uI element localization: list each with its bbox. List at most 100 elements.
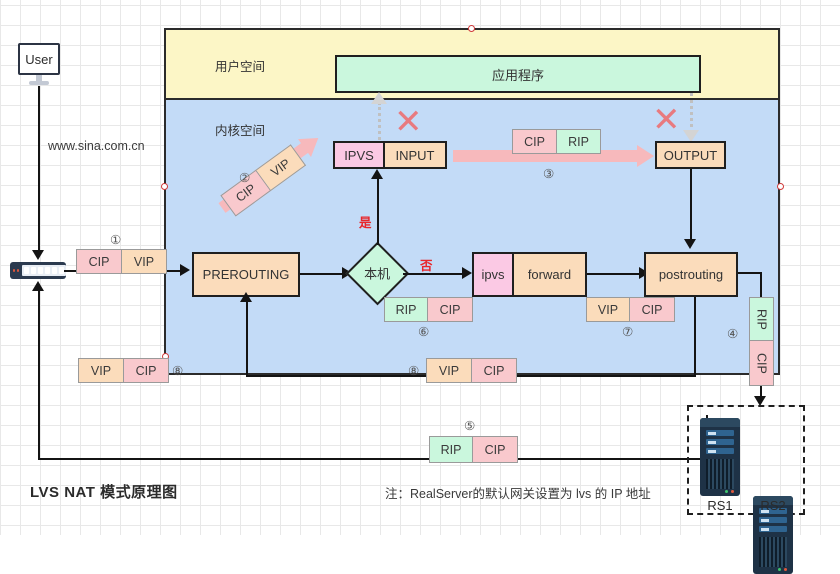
line-rs-return-horizontal <box>38 458 708 460</box>
switch-port-icon <box>38 267 43 274</box>
packet-8b: VIP CIP <box>426 358 517 383</box>
switch-port-icon <box>45 267 50 274</box>
kernel-space-label: 内核空间 <box>214 123 265 138</box>
rs2-status-leds <box>778 568 787 571</box>
packet-7: VIP CIP <box>586 297 675 322</box>
arrow-decision-to-input <box>371 169 383 179</box>
packet-7-number: ⑦ <box>622 325 634 339</box>
packet-4: RIP CIP <box>749 297 774 386</box>
packet-8a-cell: VIP <box>78 358 124 383</box>
packet-1-cell: CIP <box>76 249 122 274</box>
line-forward-to-postrouting <box>587 273 642 275</box>
switch-port-icon <box>31 267 36 274</box>
packet-4-cell: RIP <box>749 297 774 341</box>
line-prerouting-to-decision <box>300 273 345 275</box>
packet-6-rip-label: RIP <box>395 302 417 317</box>
rs1-led-red-icon <box>731 490 734 493</box>
packet-8b-vip-label: VIP <box>438 363 460 378</box>
packet-1: CIP VIP <box>76 249 167 274</box>
packet-1-cip-label: CIP <box>88 254 110 269</box>
packet-8a-vip-label: VIP <box>90 363 112 378</box>
line-user-to-switch <box>38 86 40 252</box>
line-decision-to-ipvs <box>403 273 465 275</box>
postrouting-label: postrouting <box>658 267 724 282</box>
packet-3-number: ③ <box>543 167 555 181</box>
zone-anchor-top <box>468 25 475 32</box>
packet-7-vip-label: VIP <box>597 302 619 317</box>
diagram-note: 注：RealServer的默认网关设置为 lvs 的 IP 地址 <box>385 487 651 501</box>
line-postrouting-loop-down <box>694 297 696 377</box>
packet-8b-number: ⑧ <box>408 364 420 378</box>
forward-chain-box: forward <box>512 252 587 297</box>
ipvs-box: IPVS <box>333 141 385 169</box>
switch-port-icon <box>24 267 29 274</box>
arrow-decision-to-ipvs <box>462 267 472 279</box>
packet-2-number: ② <box>239 171 251 185</box>
prerouting-label: PREROUTING <box>202 267 290 282</box>
arrow-return-to-switch <box>32 281 44 291</box>
packet-3-cip-label: CIP <box>524 134 545 149</box>
packet-5-cell: RIP <box>429 436 473 463</box>
packet-6-cip-label: CIP <box>439 302 461 317</box>
packet-5-number: ⑤ <box>464 419 476 433</box>
ipvs-label: IPVS <box>344 147 374 163</box>
forward-chain-label: forward <box>527 267 572 282</box>
packet-7-cip-label: CIP <box>641 302 663 317</box>
rs2-label: RS2 <box>760 497 786 513</box>
packet-3-rip-label: RIP <box>568 134 589 149</box>
user-space-label: 用户空间 <box>214 59 265 74</box>
output-chain-label: OUTPUT <box>663 147 718 163</box>
line-loop-to-prerouting <box>246 299 248 375</box>
switch-port-icon <box>52 267 57 274</box>
rs1-status-leds <box>725 490 734 493</box>
arrow-loop-to-prerouting <box>240 292 252 302</box>
switch-led-icon <box>13 269 15 272</box>
dotted-line-app-to-output <box>690 93 693 133</box>
packet-5-cip-label: CIP <box>484 442 506 457</box>
packet-4-number: ④ <box>727 327 739 341</box>
input-chain-label: INPUT <box>395 147 435 163</box>
pink-arrow-3-head <box>637 145 654 167</box>
monitor-base-icon <box>29 81 49 85</box>
rs2-led-red-icon <box>784 568 787 571</box>
postrouting-box: postrouting <box>644 252 738 297</box>
decision-yes-label: 是 <box>359 216 372 230</box>
switch-icon <box>10 262 66 279</box>
packet-2-vip-label: VIP <box>268 156 293 180</box>
rs1-drive-bay-icon <box>706 439 734 445</box>
packet-5-cell: CIP <box>473 436 518 463</box>
ipvs-forward-label: ipvs <box>481 267 505 282</box>
rs2-vent-icon <box>759 537 787 567</box>
packet-7-cell: VIP <box>586 297 630 322</box>
packet-3-cell: CIP <box>512 129 557 154</box>
prerouting-box: PREROUTING <box>192 252 300 297</box>
packet-8a-number: ⑧ <box>172 364 184 378</box>
zone-anchor-left <box>161 183 168 190</box>
packet-8b-cip-label: CIP <box>483 363 505 378</box>
rs1-led-green-icon <box>725 490 728 493</box>
dotted-arrow-up-head <box>371 92 387 104</box>
user-terminal-label: User <box>25 51 53 67</box>
decision-no-label: 否 <box>420 259 433 273</box>
rs1-vent-icon <box>706 459 734 489</box>
packet-8b-cell: CIP <box>472 358 517 383</box>
arrow-output-to-postrouting <box>684 239 696 249</box>
user-terminal-icon: User <box>18 43 60 75</box>
output-chain-box: OUTPUT <box>655 141 726 169</box>
packet-4-cell: CIP <box>749 341 774 386</box>
line-return-to-switch <box>38 290 40 376</box>
rs1-label: RS1 <box>707 497 733 513</box>
packet-6: RIP CIP <box>384 297 473 322</box>
packet-8a-cip-label: CIP <box>135 363 157 378</box>
rs1-server-icon <box>700 418 740 496</box>
rs2-drive-bay-icon <box>759 517 787 523</box>
application-box: 应用程序 <box>335 55 701 93</box>
rs1-drive-bay-icon <box>706 430 734 436</box>
rs2-led-green-icon <box>778 568 781 571</box>
packet-7-cell: CIP <box>630 297 675 322</box>
rs2-drive-bay-icon <box>759 526 787 532</box>
domain-label: www.sina.com.cn <box>48 139 145 153</box>
dotted-line-input-to-app <box>378 102 381 140</box>
packet-1-cell: VIP <box>122 249 167 274</box>
packet-5-rip-label: RIP <box>440 442 462 457</box>
